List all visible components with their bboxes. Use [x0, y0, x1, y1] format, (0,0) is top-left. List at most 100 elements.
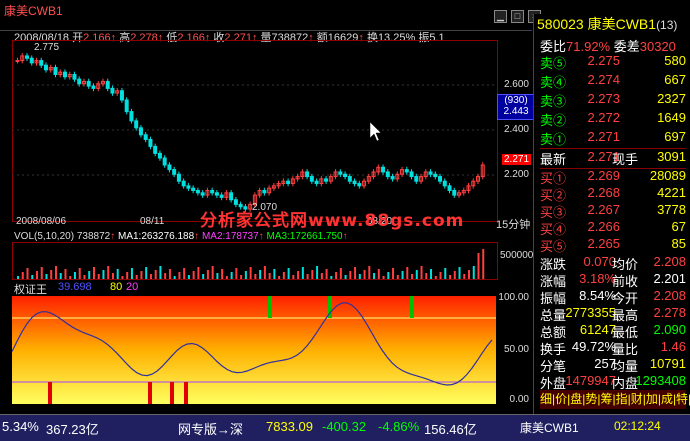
volume-chart[interactable]: [12, 242, 498, 280]
qzw-indicator-chart[interactable]: [12, 296, 496, 404]
y-tick: 2.200: [503, 169, 529, 180]
volume-bar: [230, 272, 233, 279]
volume-bar: [173, 276, 176, 279]
volume-bar: [363, 270, 366, 279]
weicha-value: 30320: [639, 39, 676, 54]
buy-volume: 28089: [649, 168, 686, 183]
qzw-header: 权证王 39.698 80 20: [0, 281, 532, 296]
volume-bar: [192, 271, 195, 279]
volume-bar: [235, 268, 238, 279]
stock-code: 580023: [537, 16, 584, 32]
candle: [62, 71, 67, 78]
sell-price: 2.274: [587, 72, 620, 87]
candle: [210, 189, 215, 194]
stock-count: (13): [656, 18, 678, 32]
candle: [357, 183, 362, 187]
signal-bar: [268, 296, 272, 318]
candle: [414, 176, 419, 182]
candle: [129, 111, 134, 122]
candle: [143, 134, 148, 140]
maximize-icon[interactable]: □: [511, 10, 524, 23]
signal-bar: [48, 382, 52, 404]
signal-bar: [184, 382, 188, 404]
vol-scale-label: 500000: [500, 250, 534, 261]
buy-volume: 85: [671, 236, 686, 251]
candle: [409, 171, 414, 178]
y-tick: 2.400: [503, 124, 529, 135]
candle: [39, 60, 44, 66]
volume-bar: [240, 275, 243, 279]
candle: [338, 171, 343, 175]
volume-bar: [211, 266, 214, 279]
max-price-label: 2.775: [34, 42, 59, 53]
volume-bar: [221, 269, 224, 279]
volume-bar: [325, 269, 328, 279]
volume-bar: [35, 271, 38, 279]
candle: [286, 180, 291, 185]
volume-bar: [434, 276, 437, 279]
candle: [385, 171, 390, 178]
volume-bar: [135, 275, 138, 279]
volume-bar: [354, 267, 357, 279]
volume-bar: [154, 270, 157, 279]
volume-bar: [453, 271, 456, 279]
qzw-upper: 80: [110, 281, 123, 293]
volume-bar: [102, 270, 105, 279]
buy-volume: 67: [671, 219, 686, 234]
period-selector[interactable]: 15分钟: [496, 216, 530, 232]
stat-value-2: 2.208: [653, 288, 686, 303]
volume-bar: [268, 273, 271, 279]
stat-value: 2773355: [565, 305, 616, 320]
weicha-label: 委差: [613, 39, 640, 54]
stat-value: 8.54%: [579, 288, 616, 303]
volume-bar: [382, 276, 385, 279]
volume-bar: [31, 275, 34, 279]
volume-bar: [387, 272, 390, 279]
qzw-name: 权证王: [14, 284, 47, 296]
last-hand-value: 3091: [657, 149, 686, 164]
volume-bar: [339, 268, 342, 279]
candle: [404, 169, 409, 173]
buy-row[interactable]: 买⑤ 2.265 85: [540, 236, 686, 255]
volume-bar: [411, 274, 414, 279]
candle: [91, 85, 96, 89]
candle: [433, 173, 438, 178]
volume-bar: [92, 267, 95, 279]
candle: [447, 185, 452, 191]
volume-bar: [50, 270, 53, 279]
volume-bar: [287, 268, 290, 279]
sell-row[interactable]: 卖① 2.271 697: [540, 129, 686, 148]
stat-value-2: 2.090: [653, 322, 686, 337]
sell-volume: 697: [664, 129, 686, 144]
volume-bar: [168, 269, 171, 279]
candle: [381, 166, 386, 173]
volume-bar: [107, 266, 110, 279]
sell-row[interactable]: 卖③ 2.273 2327: [540, 91, 686, 110]
candle: [324, 178, 329, 182]
status-stock: 康美CWB1: [520, 421, 579, 435]
candle: [309, 176, 314, 182]
sell-row[interactable]: 卖④ 2.274 667: [540, 72, 686, 91]
minimize-icon[interactable]: ▁: [494, 10, 507, 23]
cursor-count: (930): [504, 95, 528, 106]
index-pct: -4.86%: [378, 419, 420, 434]
price-chart[interactable]: 2.775 2.070: [12, 42, 495, 216]
bottom-tabs[interactable]: 细|价|盘|势|筹|指|财|加|成|特|解: [540, 390, 690, 409]
volume-bar: [396, 275, 399, 279]
candle: [262, 189, 267, 194]
market-label[interactable]: 网专版→深: [178, 419, 243, 438]
volume-bar: [149, 274, 152, 279]
volume-bar: [159, 266, 162, 279]
sell-label: 卖⑤: [540, 56, 567, 71]
sell-row[interactable]: 卖② 2.272 1649: [540, 110, 686, 129]
volume-bar: [126, 272, 129, 279]
sell-row[interactable]: 卖⑤ 2.275 580: [540, 53, 686, 72]
volume-bar: [54, 266, 57, 279]
candle: [24, 55, 29, 59]
stat-value: 49.72%: [571, 339, 616, 354]
y-tick: 100.00: [498, 292, 529, 303]
volume-bar: [197, 267, 200, 279]
volume-bar: [430, 269, 433, 279]
volume-bar: [330, 276, 333, 279]
candle: [138, 127, 143, 136]
